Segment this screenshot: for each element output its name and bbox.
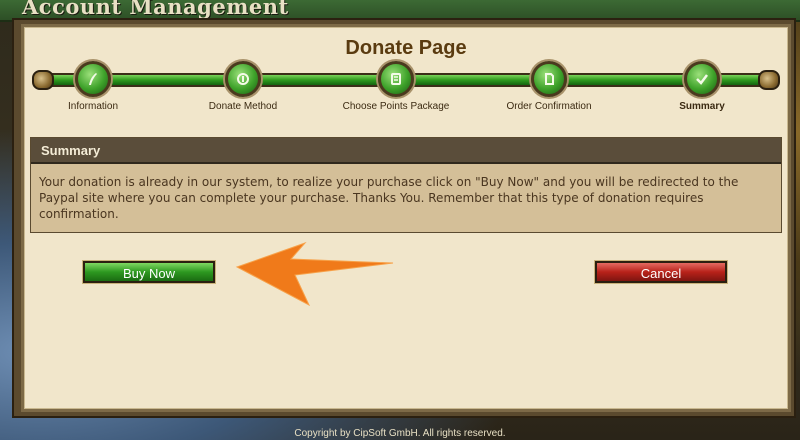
coin-icon <box>225 61 261 97</box>
step-label: Choose Points Package <box>342 101 450 112</box>
page-title: Donate Page <box>345 37 467 59</box>
footer-copyright: Copyright by CipSoft GmbH. All rights re… <box>294 428 506 439</box>
cancel-button[interactable]: Cancel <box>594 260 728 284</box>
summary-text: Your donation is already in our system, … <box>39 175 739 221</box>
step-summary: Summary <box>632 61 772 112</box>
summary-heading: Summary <box>31 138 781 164</box>
arrow-pointer-icon <box>235 241 394 307</box>
quill-icon <box>75 61 111 97</box>
header-title: Account Management <box>22 0 289 19</box>
summary-box: Summary Your donation is already in our … <box>30 137 782 233</box>
checkmark-icon <box>684 61 720 97</box>
step-label: Information <box>67 101 119 112</box>
buy-now-button[interactable]: Buy Now <box>82 260 216 284</box>
panel-frame: Donate Page Information Donate Method Ch… <box>12 18 796 418</box>
scroll-icon <box>378 61 414 97</box>
step-information: Information <box>23 61 163 112</box>
donate-panel: Donate Page Information Donate Method Ch… <box>21 24 791 412</box>
document-icon <box>531 61 567 97</box>
step-label: Order Confirmation <box>506 101 592 112</box>
step-order-confirmation: Order Confirmation <box>479 61 619 112</box>
step-label: Summary <box>679 101 725 112</box>
step-label: Donate Method <box>208 101 278 112</box>
step-donate-method: Donate Method <box>173 61 313 112</box>
step-choose-points-package: Choose Points Package <box>326 61 466 112</box>
